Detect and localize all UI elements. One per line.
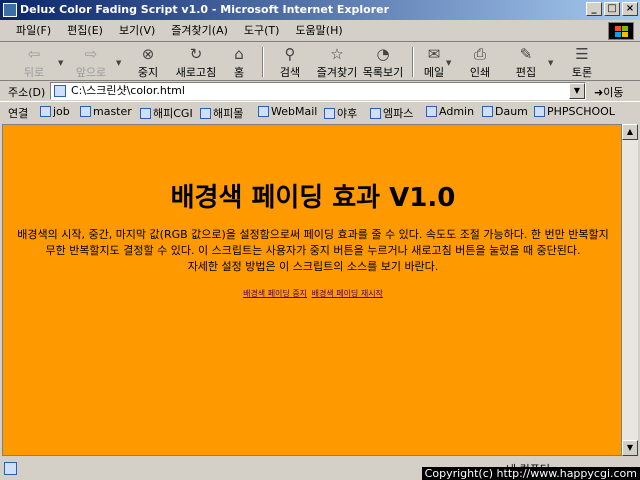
go-arrow-icon: ➜ <box>594 86 604 99</box>
description-note: 자세한 설정 방법은 이 스크립트의 소스를 보기 바란다. <box>187 260 439 273</box>
mail-button[interactable]: ✉ 메일 <box>420 45 448 80</box>
title-bar: Delux Color Fading Script v1.0 - Microso… <box>0 0 640 20</box>
edit-document-icon: ✎ <box>519 45 533 63</box>
discuss-button[interactable]: ☰ 토론 <box>564 45 600 80</box>
link-phpschool[interactable]: PHPSCHOOL <box>534 105 615 118</box>
close-button[interactable]: × <box>622 2 638 16</box>
history-button[interactable]: ◔ 목록보기 <box>360 45 406 80</box>
menu-favorites[interactable]: 즐겨찾기(A) <box>163 24 236 38</box>
edit-button[interactable]: ✎ 편집 <box>508 45 544 80</box>
toolbar: ⇦ 뒤로 ▼ ⇨ 앞으로 ▼ ⊗ 중지 ↻ 새로고침 ⌂ 홈 ⚲ 검색 ☆ 즐겨찾기 ◔ 목록보… <box>0 43 640 81</box>
discuss-icon: ☰ <box>575 45 589 63</box>
scroll-down-button[interactable]: ▼ <box>622 440 638 456</box>
menu-bar: 파일(F) 편집(E) 보기(V) 즐겨찾기(A) 도구(T) 도움말(H) <box>0 20 640 42</box>
page-content: 배경색 페이딩 효과 V1.0 배경색의 시작, 중간, 마지막 값(RGB 값… <box>2 124 622 456</box>
description-main: 배경색의 시작, 중간, 마지막 값(RGB 값으로)을 설정함으로써 페이딩 … <box>17 228 609 257</box>
link-icon <box>324 108 335 119</box>
menu-tools[interactable]: 도구(T) <box>236 24 288 38</box>
address-label: 주소(D) <box>8 86 46 99</box>
link-master[interactable]: master <box>80 105 132 118</box>
refresh-button[interactable]: ↻ 새로고침 <box>172 45 220 80</box>
fade-controls: 배경색 페이딩 중지 배경색 페이딩 재시작 <box>3 288 623 299</box>
page-title: 배경색 페이딩 효과 V1.0 <box>170 183 456 213</box>
printer-icon: ⎙ <box>473 45 486 63</box>
home-button[interactable]: ⌂ 홈 <box>224 45 254 80</box>
link-happycgi[interactable]: 해피CGI <box>140 105 193 121</box>
link-icon <box>80 106 91 117</box>
forward-arrow-icon: ⇨ <box>84 45 98 63</box>
forward-dropdown[interactable]: ▼ <box>116 59 121 67</box>
page-status-icon <box>4 462 17 475</box>
ie-icon <box>3 3 17 17</box>
copyright-watermark: Copyright(c) http://www.happycgi.com <box>421 467 640 480</box>
window-title: Delux Color Fading Script v1.0 - Microso… <box>20 3 390 16</box>
favorites-button[interactable]: ☆ 즐겨찾기 <box>314 45 360 80</box>
forward-button[interactable]: ⇨ 앞으로 <box>68 45 114 80</box>
link-icon <box>140 108 151 119</box>
link-icon <box>534 106 545 117</box>
scroll-up-button[interactable]: ▲ <box>622 124 638 140</box>
go-label: 이동 <box>603 86 624 99</box>
link-icon <box>426 106 437 117</box>
link-webmail[interactable]: WebMail <box>258 105 317 118</box>
refresh-icon: ↻ <box>189 45 203 63</box>
edit-dropdown[interactable]: ▼ <box>548 59 553 67</box>
menu-file[interactable]: 파일(F) <box>8 24 59 38</box>
browser-window: Delux Color Fading Script v1.0 - Microso… <box>0 0 640 480</box>
page-description: 배경색의 시작, 중간, 마지막 값(RGB 값으로)을 설정함으로써 페이딩 … <box>13 227 613 275</box>
link-job[interactable]: job <box>40 105 70 118</box>
menu-help[interactable]: 도움말(H) <box>287 24 350 38</box>
toolbar-separator <box>262 47 264 77</box>
link-daum[interactable]: Daum <box>482 105 528 118</box>
page-icon <box>54 85 66 97</box>
stop-button[interactable]: ⊗ 중지 <box>128 45 168 80</box>
link-icon <box>370 108 381 119</box>
home-icon: ⌂ <box>234 45 244 63</box>
mail-icon: ✉ <box>427 45 441 63</box>
stop-icon: ⊗ <box>141 45 155 63</box>
search-button[interactable]: ⚲ 검색 <box>270 45 310 80</box>
link-icon <box>200 108 211 119</box>
favorites-folder-icon: ☆ <box>330 45 344 63</box>
back-arrow-icon: ⇦ <box>27 45 41 63</box>
stop-fading-link[interactable]: 배경색 페이딩 중지 <box>243 289 307 298</box>
print-button[interactable]: ⎙ 인쇄 <box>462 45 498 80</box>
back-dropdown[interactable]: ▼ <box>58 59 63 67</box>
windows-logo-icon <box>608 22 634 40</box>
maximize-button[interactable]: □ <box>604 2 620 16</box>
link-happymall[interactable]: 해피몰 <box>200 105 243 121</box>
menu-view[interactable]: 보기(V) <box>111 24 163 38</box>
link-icon <box>258 106 269 117</box>
back-button[interactable]: ⇦ 뒤로 <box>14 45 54 80</box>
restart-fading-link[interactable]: 배경색 페이딩 재시작 <box>312 289 383 298</box>
menu-edit[interactable]: 편집(E) <box>59 24 111 38</box>
mail-dropdown[interactable]: ▼ <box>446 59 451 67</box>
link-icon <box>482 106 493 117</box>
toolbar-separator <box>412 47 414 77</box>
link-empas[interactable]: 엠파스 <box>370 105 413 121</box>
links-bar: 연결 job master 해피CGI 해피몰 WebMail 야후 엠파스 A… <box>0 101 640 121</box>
vertical-scrollbar[interactable]: ▲ ▼ <box>622 124 638 456</box>
address-field[interactable]: C:\스크린샷\color.html ▼ <box>50 82 586 100</box>
link-admin[interactable]: Admin <box>426 105 474 118</box>
link-icon <box>40 106 51 117</box>
links-label: 연결 <box>8 107 29 120</box>
address-value[interactable]: C:\스크린샷\color.html <box>71 84 185 98</box>
minimize-button[interactable]: _ <box>586 2 602 16</box>
go-button[interactable]: ➜이동 <box>594 84 623 100</box>
history-icon: ◔ <box>376 45 390 63</box>
address-dropdown[interactable]: ▼ <box>569 83 585 99</box>
link-yahoo[interactable]: 야후 <box>324 105 357 121</box>
address-bar: 주소(D) C:\스크린샷\color.html ▼ ➜이동 <box>0 81 640 101</box>
search-icon: ⚲ <box>284 45 296 63</box>
